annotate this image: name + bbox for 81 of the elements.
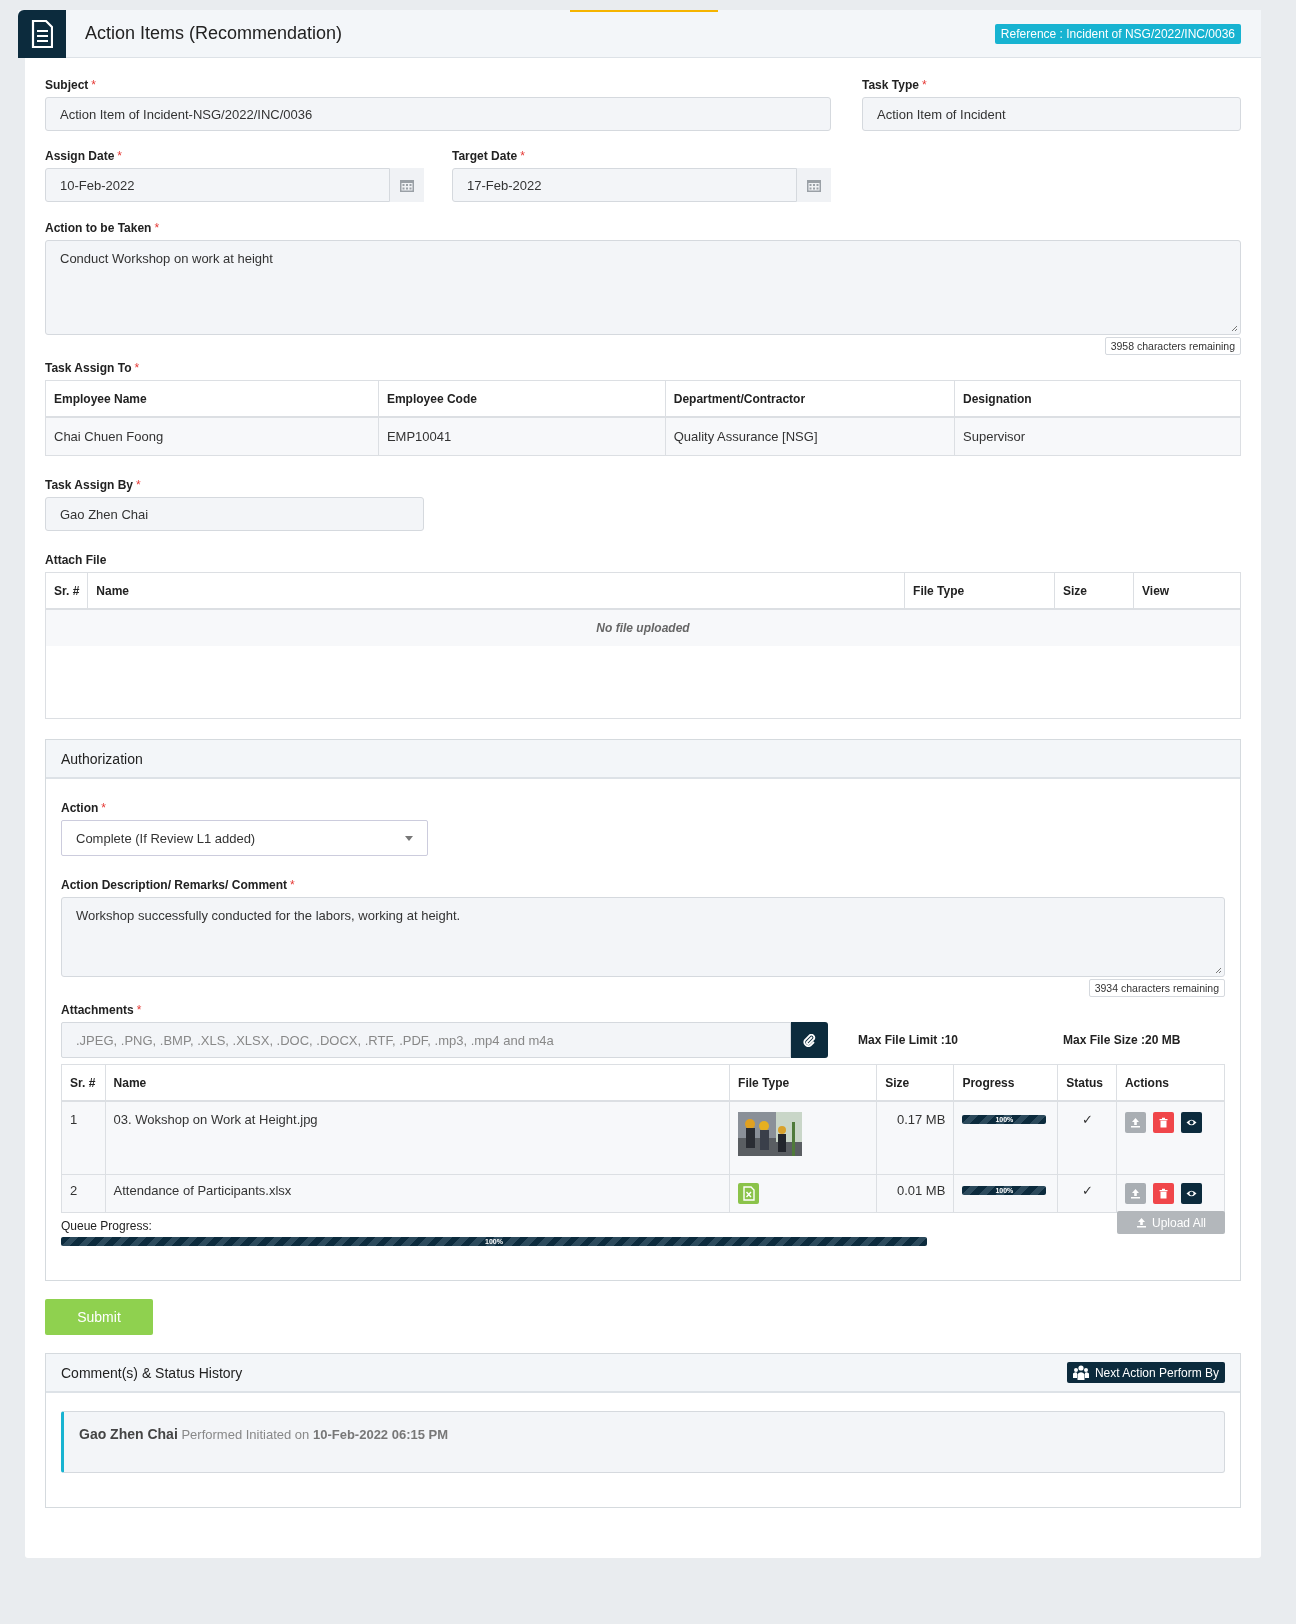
file-input[interactable]: .JPEG, .PNG, .BMP, .XLS, .XLSX, .DOC, .DOCX, .RTF, .PDF, .mp3, .mp4 and m4a (61, 1022, 791, 1058)
view-icon (1185, 1188, 1197, 1199)
calendar-icon (807, 178, 821, 192)
table-cell: Supervisor (954, 417, 1241, 456)
field-label: Assign Date (45, 149, 115, 163)
status-check: ✓ (1081, 1112, 1093, 1127)
table-cell: Chai Chuen Foong (45, 417, 379, 456)
panel-title: Authorization (46, 740, 1240, 779)
required-mark: * (921, 78, 927, 92)
field-label: Action (61, 801, 99, 815)
character-counter: 3934 characters remaining (1088, 979, 1225, 997)
file-size: 0.17 MB (876, 1101, 954, 1175)
table-cell: EMP10041 (378, 417, 666, 456)
file-name: 03. Wokshop on Work at Height.jpg (105, 1101, 730, 1175)
field-label: Task Assign By (45, 478, 134, 492)
date-field[interactable]: 10-Feb-2022 (45, 168, 390, 202)
resize-grip-icon (1231, 325, 1238, 332)
action-textarea[interactable]: Conduct Workshop on work at height (45, 240, 1241, 335)
history-text: Performed Initiated on (181, 1427, 310, 1442)
required-mark: * (290, 878, 295, 892)
subject-field[interactable]: Action Item of Incident-NSG/2022/INC/0036 (45, 97, 831, 131)
calendar-button[interactable] (390, 168, 424, 202)
max-file-size: Max File Size :20 MB (1063, 1033, 1181, 1047)
file-size: 0.01 MB (876, 1174, 954, 1213)
required-mark: * (91, 78, 96, 92)
document-icon (31, 19, 53, 48)
upload-button[interactable] (1124, 1183, 1146, 1204)
upload-icon (1135, 1217, 1147, 1228)
spreadsheet-icon (738, 1183, 760, 1204)
field-label: Action Description/ Remarks/ Comment (61, 878, 288, 892)
required-mark: * (136, 1003, 142, 1017)
resize-grip-icon (1215, 967, 1222, 974)
next-action-button[interactable]: Next Action Perform By (1066, 1362, 1225, 1383)
task-type-field[interactable]: Action Item of Incident (862, 97, 1241, 131)
paperclip-icon (803, 1033, 816, 1047)
reference-badge: Reference : Incident of NSG/2022/INC/0036 (994, 23, 1241, 44)
file-name: Attendance of Participants.xlsx (105, 1174, 730, 1213)
view-icon (1185, 1117, 1197, 1128)
required-mark: * (134, 361, 140, 375)
calendar-icon (400, 178, 414, 192)
field-label: Subject (45, 78, 89, 92)
delete-icon (1157, 1188, 1169, 1199)
description-textarea[interactable]: Workshop successfully conducted for the labors, working at height. (61, 897, 1225, 977)
required-mark: * (136, 478, 141, 492)
field-label: Task Assign To (45, 361, 132, 375)
required-mark: * (101, 801, 106, 815)
character-counter: 3958 characters remaining (1104, 337, 1241, 355)
status-check: ✓ (1081, 1183, 1093, 1198)
author-name: Gao Zhen Chai (79, 1426, 178, 1442)
required-mark: * (154, 221, 160, 235)
table-cell: 1 (61, 1101, 106, 1175)
field-label: Target Date (452, 149, 518, 163)
field-label: Attach File (45, 553, 107, 567)
page-title: Action Items (Recommendation) (85, 23, 344, 44)
caret-icon (405, 835, 413, 841)
date-field[interactable]: 17-Feb-2022 (452, 168, 797, 202)
action-dropdown[interactable]: Complete (If Review L1 added) (61, 820, 428, 856)
task-assign-by-field[interactable]: Gao Zhen Chai (45, 497, 424, 531)
delete-icon (1157, 1117, 1169, 1128)
delete-button[interactable] (1152, 1112, 1174, 1133)
field-label: Task Type (862, 78, 919, 92)
attach-button[interactable] (791, 1022, 828, 1058)
calendar-button[interactable] (797, 168, 831, 202)
table-cell: 2 (61, 1174, 106, 1213)
queue-progress-label: Queue Progress: (61, 1219, 153, 1233)
upload-icon (1129, 1117, 1141, 1128)
empty-message: No file uploaded (45, 609, 1241, 646)
field-label: Action to be Taken (45, 221, 152, 235)
required-mark: * (520, 149, 525, 163)
field-label: Attachments (61, 1003, 134, 1017)
required-mark: * (117, 149, 123, 163)
view-button[interactable] (1180, 1183, 1202, 1204)
delete-button[interactable] (1152, 1183, 1174, 1204)
max-file-limit: Max File Limit :10 (858, 1033, 959, 1047)
panel-title: Comment(s) & Status History (61, 1364, 243, 1381)
history-date: 10-Feb-2022 06:15 PM (312, 1427, 449, 1442)
people-icon (1072, 1365, 1089, 1380)
upload-icon (1129, 1188, 1141, 1199)
table-cell: Quality Assurance [NSG] (665, 417, 955, 456)
upload-button[interactable] (1124, 1112, 1146, 1133)
view-button[interactable] (1180, 1112, 1202, 1133)
